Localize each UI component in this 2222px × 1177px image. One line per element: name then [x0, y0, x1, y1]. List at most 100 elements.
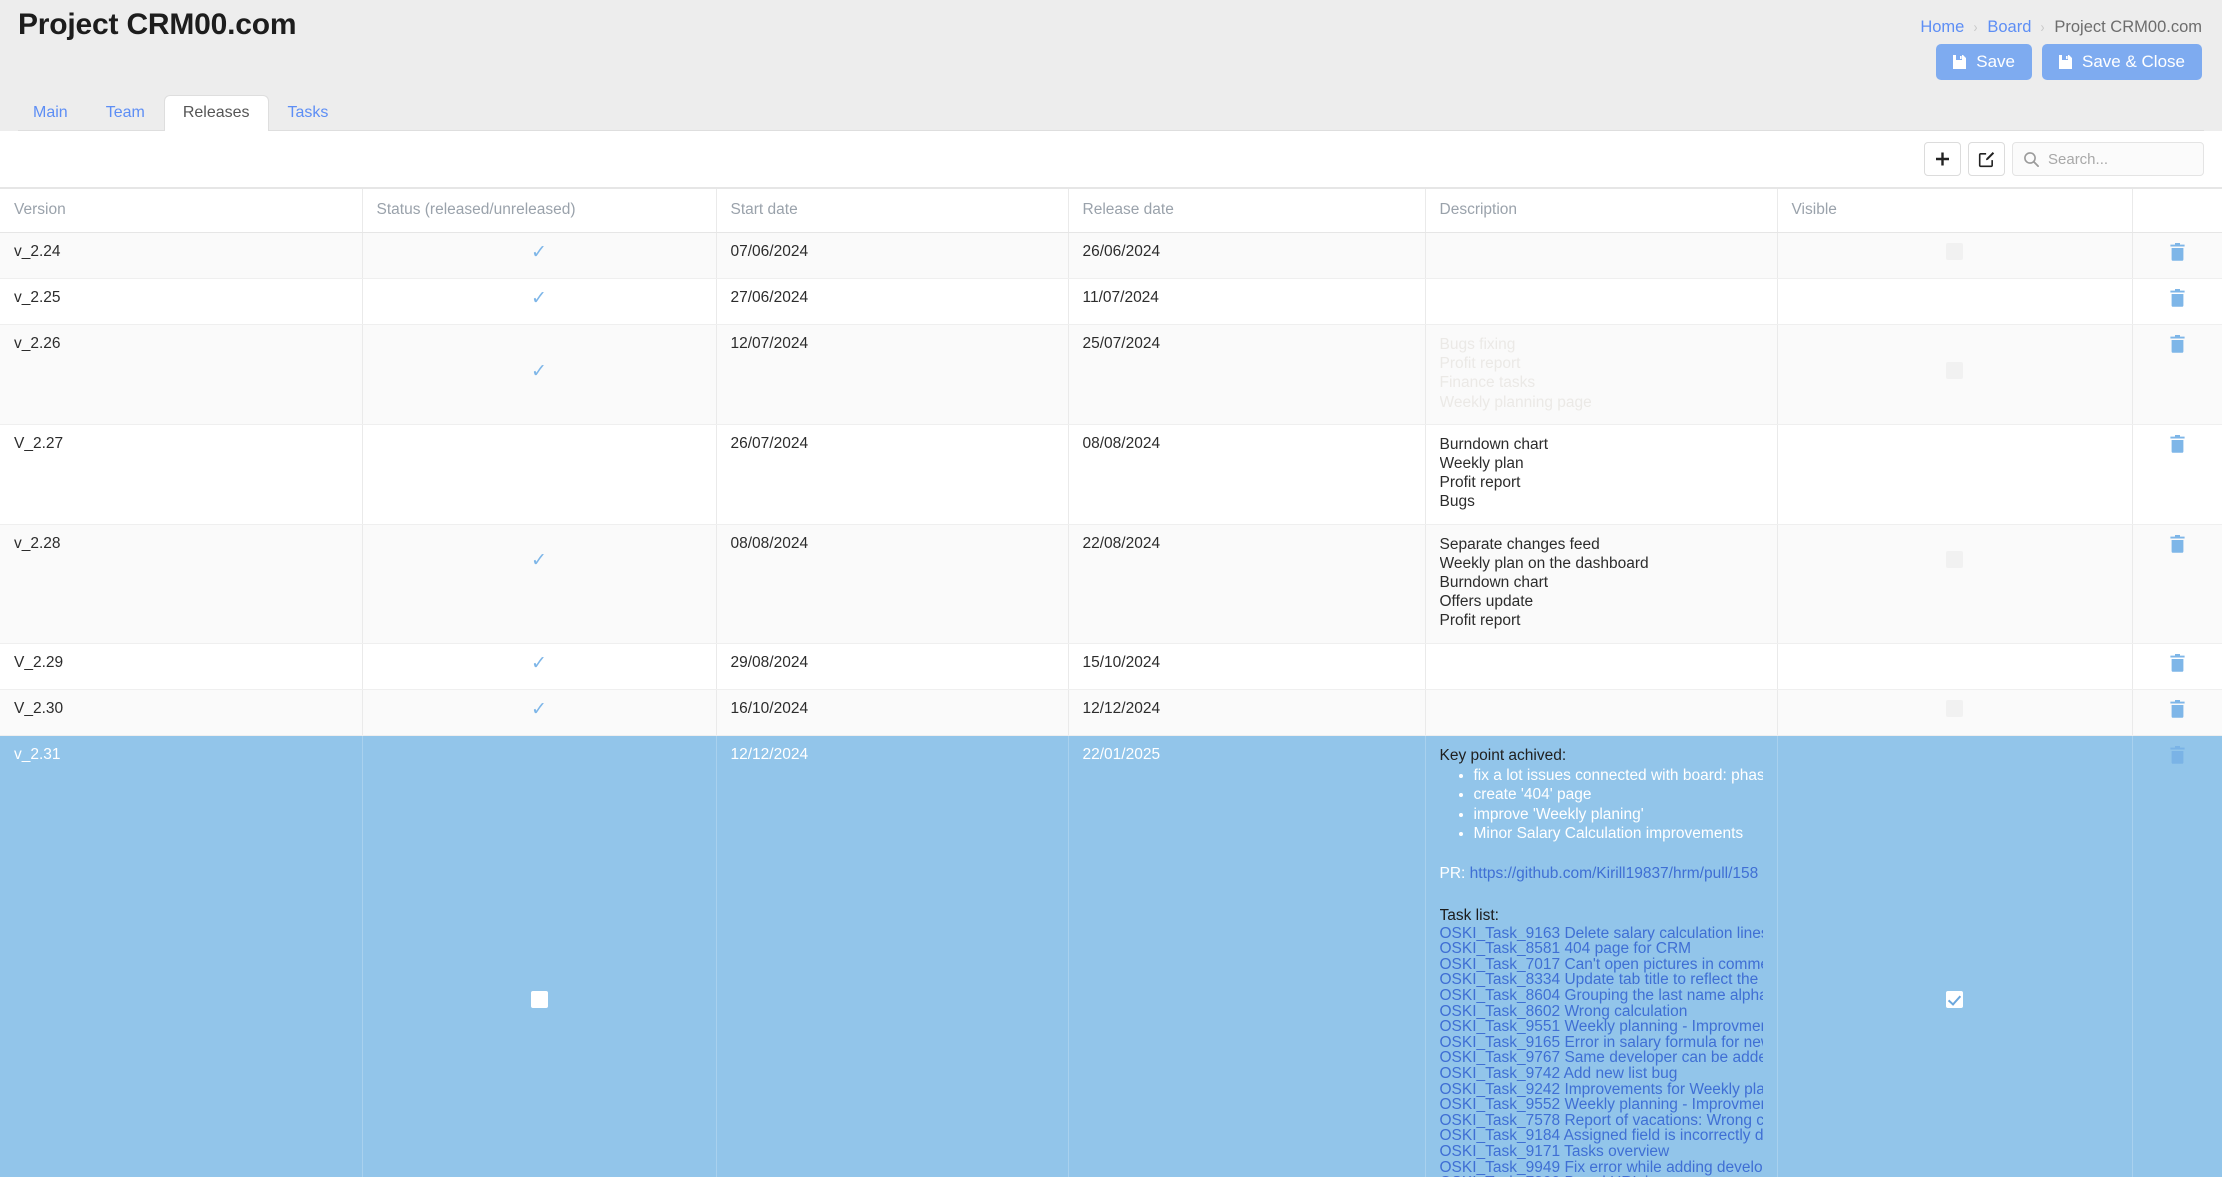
- add-release-button[interactable]: [1924, 142, 1961, 176]
- cell-visible[interactable]: [1777, 524, 2133, 644]
- edit-release-button[interactable]: [1968, 142, 2005, 176]
- table-row[interactable]: v_2.25 ✓ 27/06/2024 11/07/2024: [0, 278, 2222, 325]
- grid-toolbar-right: [1924, 142, 2204, 176]
- save-and-close-button[interactable]: Save & Close: [2042, 44, 2202, 80]
- cell-actions[interactable]: [2132, 524, 2222, 644]
- column-header-start-date[interactable]: Start date: [716, 189, 1069, 233]
- visible-checkbox[interactable]: [1946, 362, 1963, 380]
- task-link[interactable]: OSKI_Task_9552 Weekly planning - Improvm…: [1440, 1097, 1763, 1113]
- delete-icon[interactable]: [2169, 653, 2186, 677]
- cell-actions[interactable]: [2132, 424, 2222, 525]
- table-row[interactable]: V_2.29 ✓ 29/08/2024 15/10/2024: [0, 643, 2222, 690]
- cell-visible[interactable]: [1777, 324, 2133, 425]
- cell-status[interactable]: [362, 424, 717, 525]
- cell-actions[interactable]: [2132, 735, 2222, 1177]
- delete-icon[interactable]: [2169, 243, 2186, 266]
- cell-status[interactable]: ✓: [362, 524, 717, 644]
- cell-visible[interactable]: [1777, 424, 2133, 525]
- search-box[interactable]: [2012, 142, 2204, 176]
- tab-tasks[interactable]: Tasks: [269, 95, 348, 131]
- visible-checkbox[interactable]: [1946, 243, 1963, 261]
- breadcrumb-item-board[interactable]: Board: [1987, 18, 2031, 37]
- cell-description: [1425, 278, 1778, 325]
- cell-description: [1425, 232, 1778, 279]
- cell-actions[interactable]: [2132, 232, 2222, 279]
- table-row[interactable]: v_2.24 ✓ 07/06/2024 26/06/2024: [0, 232, 2222, 279]
- table-row[interactable]: v_2.26 ✓ 12/07/2024 25/07/2024 Bugs fixi…: [0, 324, 2222, 425]
- visible-checkbox[interactable]: [1946, 551, 1963, 569]
- cell-actions[interactable]: [2132, 689, 2222, 736]
- grid-toolbar: [0, 131, 2222, 188]
- column-header-visible[interactable]: Visible: [1777, 189, 2133, 233]
- delete-icon[interactable]: [2169, 335, 2186, 358]
- task-link[interactable]: OSKI_Task_9165 Error in salary formula f…: [1440, 1035, 1763, 1051]
- table-row[interactable]: V_2.30 ✓ 16/10/2024 12/12/2024: [0, 689, 2222, 736]
- table-row[interactable]: v_2.28 ✓ 08/08/2024 22/08/2024 Separate …: [0, 524, 2222, 644]
- cell-status[interactable]: [362, 735, 717, 1177]
- table-row-selected[interactable]: v_2.31 12/12/2024 22/01/2025 Key point a…: [0, 735, 2222, 1177]
- cell-status[interactable]: ✓: [362, 232, 717, 279]
- description-line: Separate changes feed: [1439, 535, 1600, 553]
- column-header-release-date[interactable]: Release date: [1068, 189, 1426, 233]
- description-line: Profit report: [1439, 474, 1521, 492]
- task-link[interactable]: OSKI_Task_9184 Assigned field is incorre…: [1440, 1128, 1763, 1144]
- task-link[interactable]: OSKI_Task_9171 Tasks overview: [1440, 1144, 1763, 1160]
- cell-version: v_2.25: [0, 278, 363, 325]
- check-icon: ✓: [531, 549, 547, 571]
- visible-checkbox[interactable]: [1946, 700, 1963, 718]
- cell-visible[interactable]: [1777, 735, 2133, 1177]
- cell-actions[interactable]: [2132, 643, 2222, 690]
- cell-description: Bugs fixing Profit report Finance tasks …: [1425, 324, 1778, 425]
- task-link[interactable]: OSKI_Task_8604 Grouping the last name al…: [1440, 988, 1763, 1004]
- cell-actions[interactable]: [2132, 324, 2222, 425]
- pr-link[interactable]: https://github.com/Kirill19837/hrm/pull/…: [1470, 865, 1759, 882]
- delete-icon[interactable]: [2169, 289, 2186, 312]
- cell-start-date: 08/08/2024: [716, 524, 1069, 644]
- delete-icon[interactable]: [2169, 534, 2186, 558]
- key-point-title: Key point achived:: [1439, 746, 1567, 764]
- cell-status[interactable]: ✓: [362, 324, 717, 425]
- tab-main[interactable]: Main: [14, 95, 87, 131]
- cell-version: V_2.29: [0, 643, 363, 690]
- delete-icon[interactable]: [2169, 699, 2186, 723]
- pr-row: PR: https://github.com/Kirill19837/hrm/p…: [1440, 864, 1763, 884]
- task-link[interactable]: OSKI_Task_9242 Improvements for Weekly p…: [1440, 1081, 1763, 1098]
- task-link[interactable]: OSKI_Task_8602 Wrong calculation: [1440, 1004, 1763, 1020]
- delete-icon[interactable]: [2169, 745, 2186, 769]
- status-checkbox[interactable]: [530, 991, 548, 1009]
- delete-icon[interactable]: [2169, 434, 2186, 458]
- task-link[interactable]: OSKI_Task_9767 Same developer can be add…: [1440, 1050, 1763, 1066]
- task-link[interactable]: OSKI_Task_9742 Add new list bug: [1440, 1066, 1763, 1082]
- cell-status[interactable]: ✓: [362, 689, 717, 736]
- tab-releases[interactable]: Releases: [163, 94, 269, 131]
- cell-visible[interactable]: [1777, 689, 2133, 736]
- chevron-right-icon: ›: [2040, 19, 2045, 36]
- task-link[interactable]: OSKI_Task_9163 Delete salary calculation…: [1440, 926, 1763, 942]
- description-line: Finance tasks: [1439, 374, 1536, 392]
- cell-actions[interactable]: [2132, 278, 2222, 325]
- cell-visible[interactable]: [1777, 278, 2133, 325]
- task-link[interactable]: OSKI_Task_7578 Report of vacations: Wron…: [1440, 1113, 1763, 1129]
- pr-label: PR:: [1439, 864, 1466, 882]
- cell-status[interactable]: ✓: [362, 278, 717, 325]
- column-header-version[interactable]: Version: [0, 189, 363, 233]
- table-row[interactable]: V_2.27 26/07/2024 08/08/2024 Burndown ch…: [0, 424, 2222, 525]
- search-input[interactable]: [2046, 149, 2203, 169]
- breadcrumb-item-home[interactable]: Home: [1920, 18, 1964, 37]
- visible-checkbox[interactable]: [1946, 991, 1963, 1009]
- cell-status[interactable]: ✓: [362, 643, 717, 690]
- task-link[interactable]: OSKI_Task_7017 Can't open pictures in co…: [1440, 957, 1763, 973]
- cell-release-date: 11/07/2024: [1068, 278, 1426, 325]
- cell-visible[interactable]: [1777, 643, 2133, 690]
- task-link[interactable]: OSKI_Task_8334 Update tab title to refle…: [1440, 972, 1763, 988]
- task-link[interactable]: OSKI_Task_9949 Fix error while adding de…: [1440, 1159, 1763, 1176]
- column-header-description[interactable]: Description: [1425, 189, 1778, 233]
- tab-team[interactable]: Team: [87, 95, 164, 131]
- column-header-status[interactable]: Status (released/unreleased): [362, 189, 717, 233]
- task-link[interactable]: OSKI_Task_8581 404 page for CRM: [1440, 941, 1763, 957]
- cell-visible[interactable]: [1777, 232, 2133, 279]
- page-title: Project CRM00.com: [18, 8, 297, 41]
- save-button[interactable]: Save: [1936, 44, 2032, 80]
- task-link[interactable]: OSKI_Task_9551 Weekly planning - Improvm…: [1440, 1019, 1763, 1035]
- floppy-disk-icon: [2057, 54, 2073, 70]
